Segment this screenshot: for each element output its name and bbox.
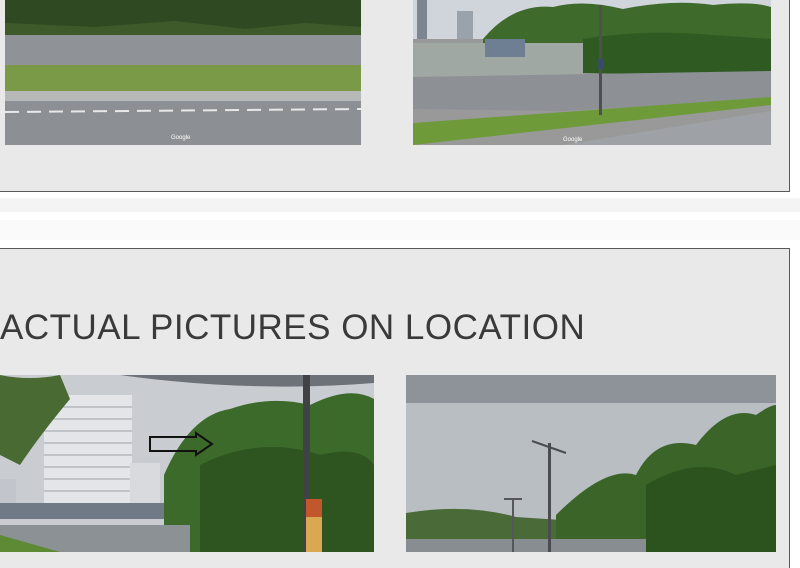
photo-highrise-forest	[0, 375, 374, 552]
photo-road-streetlight	[406, 375, 776, 552]
slide-gap-2	[0, 220, 800, 240]
slide-heading: ACTUAL PICTURES ON LOCATION	[0, 308, 586, 347]
slide-gap	[0, 198, 800, 212]
top-slide: Google Google	[0, 0, 790, 192]
photo-road-junction: Google	[413, 0, 771, 145]
watermark-google: Google	[171, 135, 191, 141]
photo-road-verge: Google	[5, 0, 361, 145]
watermark-google-2: Google	[563, 137, 583, 143]
